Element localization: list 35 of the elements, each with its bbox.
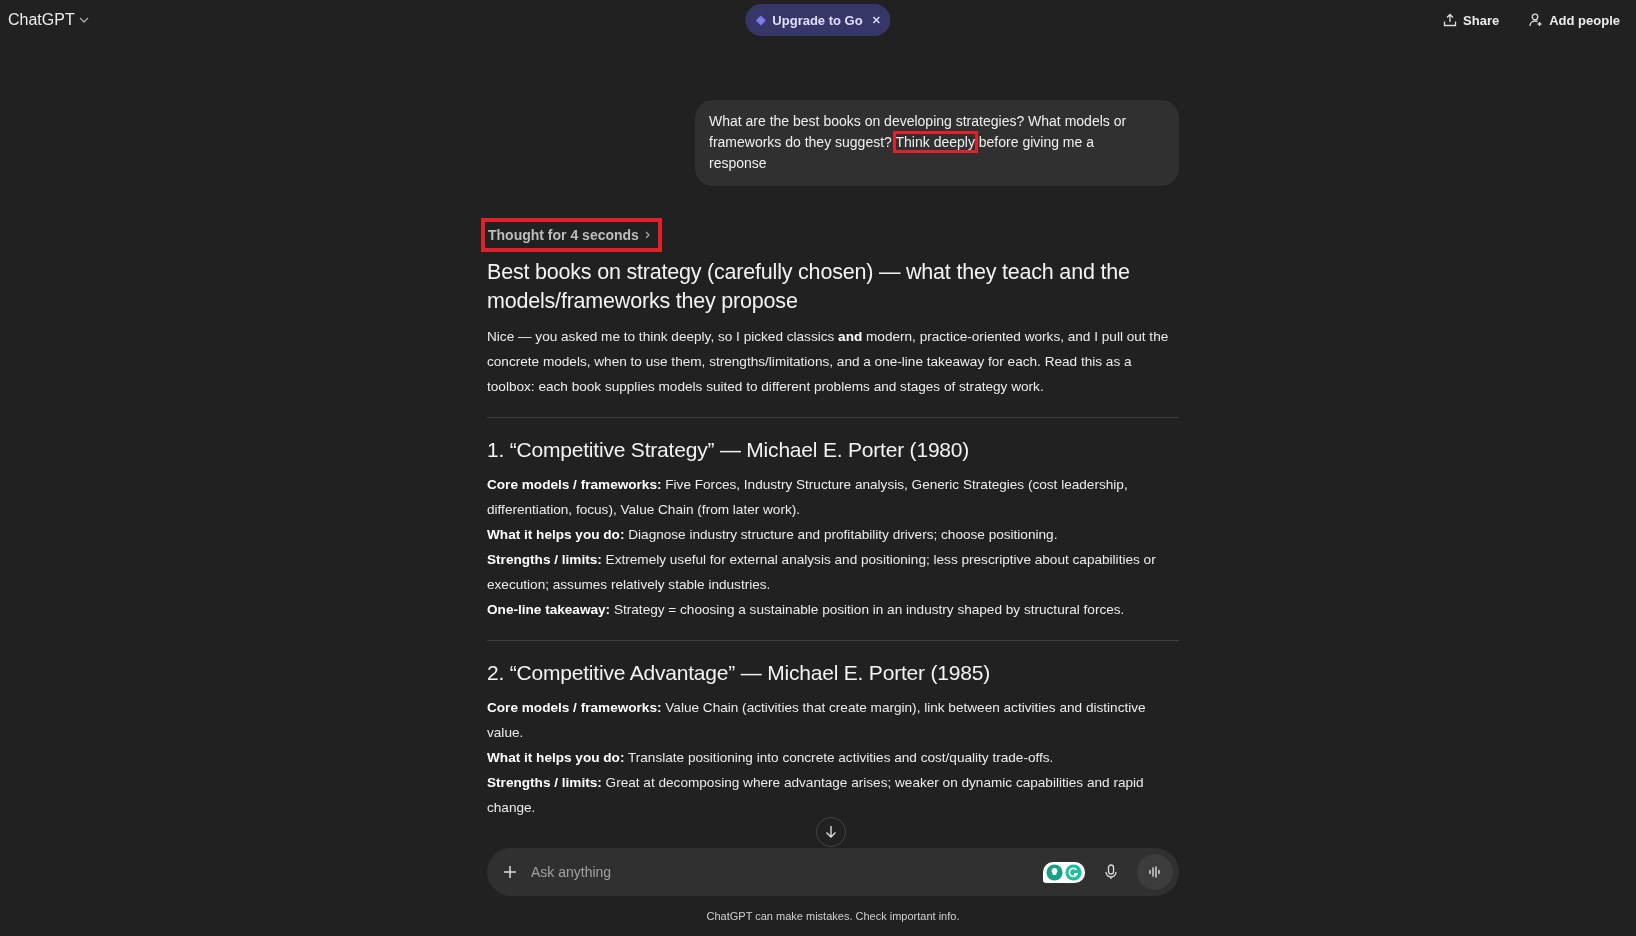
book-detail: Strengths / limits: Great at decomposing where advantage arises; weaker on dynamic capabilities and rapid change. [487,774,1145,817]
upload-icon [1443,13,1458,27]
waveform-icon [1148,866,1162,878]
section-heading: 1. “Competitive Strategy” — Michael E. Porter (1980) [487,438,971,462]
share-button[interactable]: Share [1441,8,1502,32]
add-people-button[interactable]: Add people [1527,8,1622,32]
book-detail: Core models / frameworks: Value Chain (activities that create margin), link between activities and distinctive value. [487,699,1147,742]
intro-paragraph: Nice — you asked me to think deeply, so I picked classics and modern, practice-oriented works, and I pull out the concrete models, when to use them, strengths/limitations, and a one-line takeaway for each. Read this as a toolbox: each book supplies models suited to different problems and stages of strategy work. [487,328,1170,396]
voice-mode-button[interactable] [1137,854,1173,890]
user-message: What are the best books on developing strategies? What models or frameworks do they suggest? Think deeply before giving me a response [695,100,1179,186]
section-heading: 2. “Competitive Advantage” — Michael E. Porter (1985) [487,661,991,685]
writing-assistant-drawing[interactable] [1043,861,1085,883]
model-selector[interactable]: ChatGPT [6,7,91,33]
upgrade-button[interactable]: Upgrade to Go [755,12,863,28]
chevron-down-icon [78,17,89,23]
plus-icon [503,865,517,879]
message-input[interactable]: Ask anything [529,863,1033,881]
scroll-down-button[interactable] [816,817,846,847]
book-detail: What it helps you do: Translate positioning into concrete activities and cost/quality trade-offs. [487,749,1055,767]
disclaimer-text: ChatGPT can make mistakes. Check important info. [705,910,960,922]
arrow-down-icon [825,825,837,839]
book-detail: Core models / frameworks: Five Forces, Industry Structure analysis, Generic Strategies (cost leadership, differentiation, focus), Value Chain (from later work). [487,476,1129,519]
chevron-right-icon [644,231,650,239]
microphone-icon [1105,864,1117,880]
book-detail: Strengths / limits: Extremely useful for external analysis and positioning; less prescriptive about capabilities or execution; assumes relatively stable industries. [487,551,1157,594]
thought-toggle[interactable]: Thought for 4 seconds [487,224,656,246]
close-icon [872,16,881,24]
book-detail: One-line takeaway: Strategy = choosing a sustainable position in an industry shaped by structural forces. [487,601,1126,619]
response-title: Best books on strategy (carefully chosen) — what they teach and the models/frameworks they propose [487,259,1131,315]
add-button[interactable] [501,863,519,881]
add-person-icon [1529,13,1544,27]
diamond-icon [755,14,767,26]
book-detail: What it helps you do: Diagnose industry structure and profitability drivers; choose positioning. [487,526,1059,544]
microphone-button[interactable] [1103,862,1119,882]
message-composer[interactable]: Ask anything [487,848,1179,896]
